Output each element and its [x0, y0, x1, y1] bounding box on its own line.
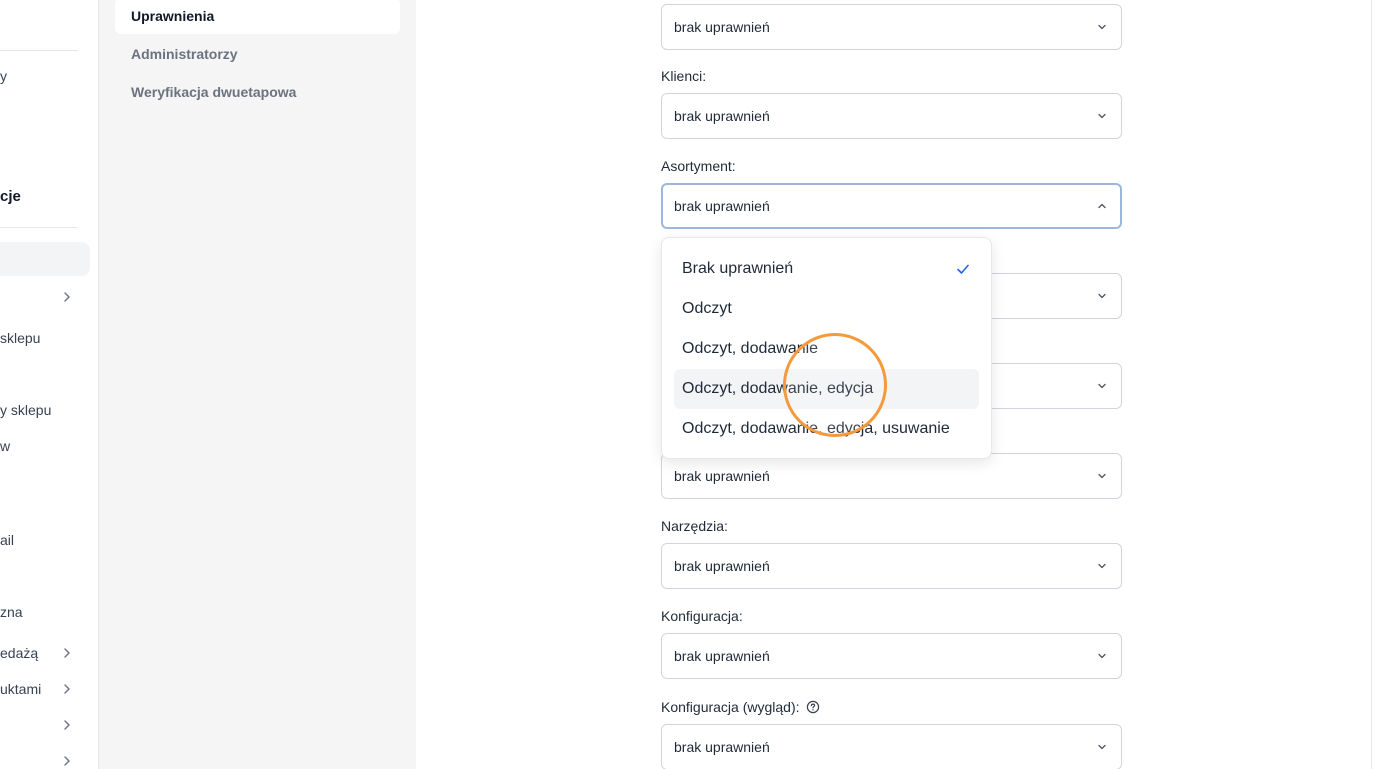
chevron-down-icon [1095, 740, 1109, 754]
option-label: Odczyt, dodawanie, edycja [682, 380, 874, 397]
permission-select[interactable]: brak uprawnień [661, 453, 1122, 499]
chevron-right-icon[interactable] [61, 755, 73, 767]
sub-nav-item-administrators[interactable]: Administratorzy [115, 36, 400, 72]
dropdown-option[interactable]: Odczyt, dodawanie [674, 329, 979, 369]
configuration-look-label: Konfiguracja (wygląd): [661, 699, 820, 715]
dropdown-option[interactable]: Odczyt, dodawanie, edycja, usuwanie [674, 409, 979, 449]
select-value: brak uprawnień [674, 468, 770, 484]
configuration-label: Konfiguracja: [661, 608, 743, 624]
select-value: brak uprawnień [674, 739, 770, 755]
select-value: brak uprawnień [674, 648, 770, 664]
configuration-select[interactable]: brak uprawnień [661, 633, 1122, 679]
checkmark-icon [955, 261, 971, 277]
nav-divider [0, 50, 78, 51]
dropdown-option-hovered[interactable]: Odczyt, dodawanie, edycja [674, 369, 979, 409]
nav-item-fragment[interactable]: sklepu [0, 330, 40, 346]
select-value: brak uprawnień [674, 19, 770, 35]
assortment-label: Asortyment: [661, 158, 736, 174]
tools-select[interactable]: brak uprawnień [661, 543, 1122, 589]
chevron-down-icon [1095, 20, 1109, 34]
select-value: brak uprawnień [674, 108, 770, 124]
assortment-label-text: Asortyment: [661, 158, 736, 174]
chevron-right-icon[interactable] [61, 683, 73, 695]
clients-select[interactable]: brak uprawnień [661, 93, 1122, 139]
nav-item-fragment[interactable]: y [0, 68, 7, 84]
option-label: Odczyt, dodawanie, edycja, usuwanie [682, 420, 950, 437]
clients-label-text: Klienci: [661, 68, 707, 84]
option-label: Odczyt [682, 300, 732, 317]
nav-divider [0, 227, 78, 228]
option-label: Odczyt, dodawanie [682, 340, 819, 357]
scrollbar-track[interactable] [1371, 0, 1377, 769]
chevron-right-icon[interactable] [61, 291, 73, 303]
nav-item-fragment[interactable]: w [0, 438, 10, 454]
assortment-select[interactable]: brak uprawnień [661, 183, 1122, 229]
dropdown-option[interactable]: Odczyt [674, 289, 979, 329]
chevron-down-icon [1095, 559, 1109, 573]
nav-item-fragment[interactable]: uktami [0, 681, 41, 697]
configuration-look-label-text: Konfiguracja (wygląd): [661, 699, 800, 715]
chevron-right-icon[interactable] [61, 719, 73, 731]
chevron-down-icon [1095, 109, 1109, 123]
option-label: Brak uprawnień [682, 260, 794, 277]
chevron-down-icon [1095, 469, 1109, 483]
nav-item-fragment[interactable]: y sklepu [0, 402, 51, 418]
permission-select[interactable]: brak uprawnień [661, 4, 1122, 50]
chevron-down-icon [1095, 649, 1109, 663]
nav-item-fragment[interactable]: ail [0, 532, 14, 548]
chevron-down-icon [1095, 379, 1109, 393]
main-nav: y cje sklepu y sklepu w ail zna edażą uk… [0, 0, 99, 769]
sub-nav-item-permissions[interactable]: Uprawnienia [115, 0, 400, 34]
chevron-down-icon [1095, 289, 1109, 303]
nav-section-fragment: cje [0, 188, 21, 205]
help-circle-icon[interactable] [806, 700, 820, 714]
settings-sub-nav: Uprawnienia Administratorzy Weryfikacja … [99, 0, 416, 769]
dropdown-option[interactable]: Brak uprawnień [674, 249, 979, 289]
configuration-label-text: Konfiguracja: [661, 608, 743, 624]
clients-label: Klienci: [661, 68, 706, 84]
nav-item-active[interactable] [0, 242, 90, 276]
assortment-dropdown-menu: Brak uprawnień Odczyt Odczyt, dodawanie … [661, 237, 992, 459]
tools-label-text: Narzędzia: [661, 518, 728, 534]
nav-item-fragment[interactable]: zna [0, 604, 23, 620]
tools-label: Narzędzia: [661, 518, 728, 534]
chevron-up-icon [1095, 199, 1109, 213]
sub-nav-item-two-factor[interactable]: Weryfikacja dwuetapowa [115, 74, 400, 110]
select-value: brak uprawnień [674, 558, 770, 574]
nav-item-fragment[interactable]: edażą [0, 645, 38, 661]
chevron-right-icon[interactable] [61, 647, 73, 659]
configuration-look-select[interactable]: brak uprawnień [661, 724, 1122, 769]
select-value: brak uprawnień [674, 198, 770, 214]
